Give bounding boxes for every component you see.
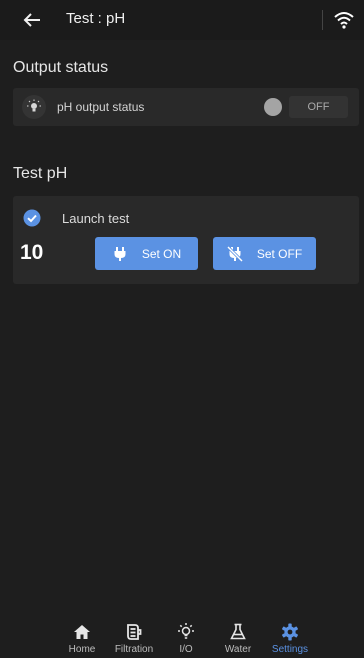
- page-title: Test : pH: [66, 10, 126, 27]
- nav-water[interactable]: Water: [208, 614, 268, 658]
- nav-settings[interactable]: Settings: [260, 614, 320, 658]
- set-off-button[interactable]: Set OFF: [213, 237, 316, 270]
- ph-output-status-label: pH output status: [57, 100, 145, 114]
- launch-test-label: Launch test: [62, 211, 130, 226]
- filter-icon: [127, 624, 142, 640]
- top-bar: Test : pH: [0, 0, 364, 40]
- nav-home-label: Home: [68, 644, 96, 655]
- divider: [322, 10, 323, 30]
- nav-filtration[interactable]: Filtration: [104, 614, 164, 658]
- lightbulb-icon: [27, 99, 41, 112]
- set-on-button[interactable]: Set ON: [95, 237, 198, 270]
- nav-io[interactable]: I/O: [156, 614, 216, 658]
- nav-water-label: Water: [224, 644, 252, 655]
- test-count: 10: [20, 241, 44, 264]
- wifi-icon[interactable]: [334, 11, 354, 29]
- plug-off-icon: [226, 245, 243, 262]
- test-ph-card: Launch test 10 Set ON Set OFF: [13, 196, 359, 284]
- set-on-label: Set ON: [141, 246, 182, 261]
- nav-settings-label: Settings: [271, 644, 309, 655]
- plug-icon: [114, 246, 126, 261]
- home-icon: [74, 625, 90, 639]
- status-indicator: [264, 98, 282, 116]
- bottom-nav: Home Filtration I/O Water Settings: [0, 614, 364, 658]
- lightbulb-icon: [178, 623, 194, 639]
- nav-home[interactable]: Home: [52, 614, 112, 658]
- check-circle-icon[interactable]: [23, 209, 41, 227]
- output-status-title: Output status: [13, 59, 109, 76]
- set-off-label: Set OFF: [256, 246, 303, 261]
- bulb-badge: [22, 95, 46, 119]
- nav-filtration-label: Filtration: [114, 644, 154, 655]
- flask-icon: [230, 623, 246, 640]
- test-ph-title: Test pH: [13, 165, 68, 182]
- gear-icon: [282, 623, 298, 641]
- nav-io-label: I/O: [179, 644, 193, 655]
- output-status-card: pH output status OFF: [13, 88, 359, 126]
- off-button[interactable]: OFF: [289, 96, 348, 118]
- back-arrow-icon[interactable]: [22, 10, 42, 30]
